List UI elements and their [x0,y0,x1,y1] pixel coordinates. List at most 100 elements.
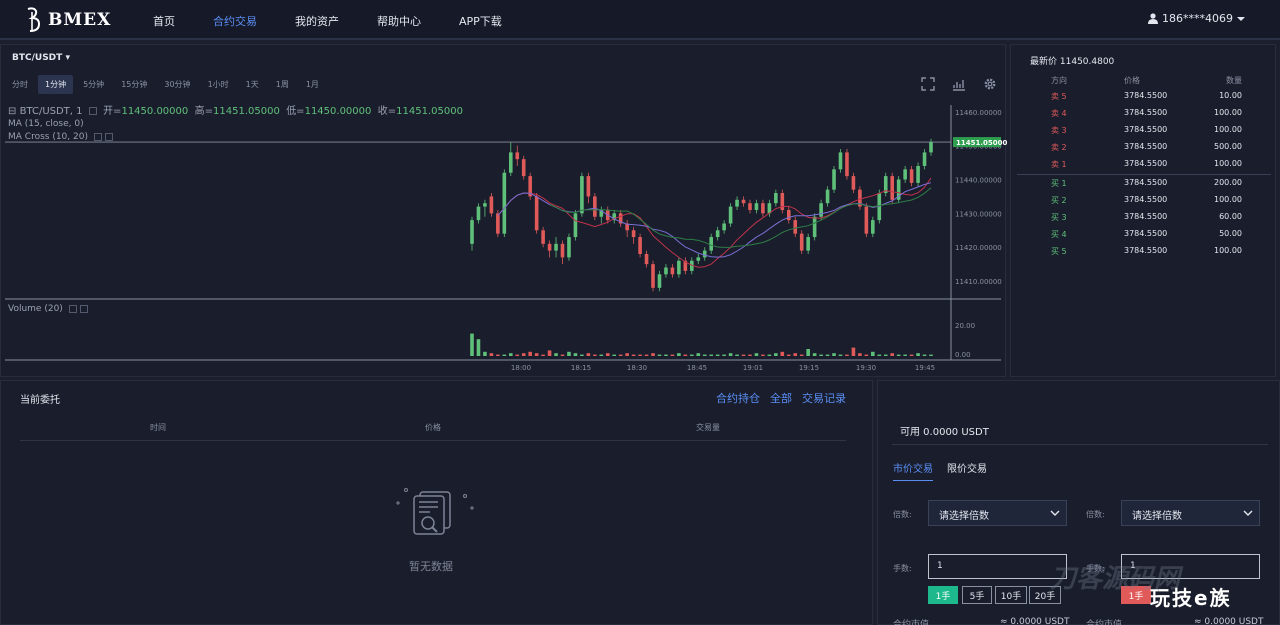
volume-bar [541,354,545,356]
candle-body [871,220,875,234]
volume-bar [832,353,836,356]
interval-tab[interactable]: 5分钟 [76,75,111,94]
tab-limit[interactable]: 限价交易 [947,460,987,481]
buy-market-value: ≈ 0.0000 USDT [1000,617,1070,625]
candle-body [722,223,726,231]
ask-row[interactable]: 卖 4 3784.5500 100.00 [1011,108,1277,119]
legend-ma: MA (15, close, 0) [8,119,84,129]
buy-lots-label: 手数: [893,564,912,573]
watermark: 玩技e族 [1150,586,1232,610]
link-all[interactable]: 全部 [770,390,792,406]
tab-market[interactable]: 市价交易 [893,460,933,481]
volume-bar [580,354,584,356]
row-side: 买 5 [1051,247,1067,256]
header-qty: 数量 [1226,76,1242,85]
interval-tab[interactable]: 15分钟 [114,75,154,94]
legend-toggle-icon[interactable] [88,107,97,115]
user-menu[interactable]: 186****4069 [1148,12,1250,25]
candle-body [489,196,494,214]
buy-leverage-value: 请选择倍数 [939,511,989,522]
nav-app-download[interactable]: APP下载 [459,13,502,29]
ask-row[interactable]: 卖 2 3784.5500 500.00 [1011,142,1277,153]
candle-body [573,213,578,238]
volume-close-icon[interactable] [79,304,88,313]
candle-body [838,152,843,170]
buy-lot-5[interactable]: 5手 [962,586,992,604]
row-price: 3784.5500 [1124,229,1168,238]
ask-row[interactable]: 卖 1 3784.5500 100.00 [1011,159,1277,170]
candle-body [922,152,927,166]
candle-body [534,196,539,231]
candle-body [567,237,571,258]
interval-tab[interactable]: 1周 [269,75,296,94]
link-positions[interactable]: 合约持仓 [716,390,760,406]
settings-gear-icon[interactable] [983,77,997,91]
legend-close-icon[interactable] [104,132,113,141]
candle-body [508,152,513,173]
fullscreen-icon[interactable] [921,77,935,91]
buy-lots-input[interactable]: 1 [928,554,1067,579]
bid-row[interactable]: 买 2 3784.5500 100.00 [1011,195,1277,206]
current-price-label: 11451.05000 [956,139,1007,147]
volume-bar [709,354,713,356]
nav-help-center[interactable]: 帮助中心 [377,13,421,29]
ask-row[interactable]: 卖 5 3784.5500 10.00 [1011,91,1277,102]
volume-legend: Volume (20) [8,303,88,316]
price-tick-label: 11410.00000 [955,278,1002,286]
link-trade-history[interactable]: 交易记录 [802,390,846,406]
collapse-icon[interactable]: ⊟ [8,106,16,117]
volume-bar [476,339,481,356]
nav-contract-trading[interactable]: 合约交易 [213,13,257,29]
volume-bar [547,350,552,356]
interval-tab[interactable]: 1分钟 [38,75,74,94]
volume-bar [631,354,636,356]
user-phone: 186****4069 [1162,12,1233,25]
available-balance: 可用 0.0000 USDT [900,427,989,438]
volume-bar [883,354,888,356]
nav-my-assets[interactable]: 我的资产 [295,13,339,29]
candle-body [864,206,869,234]
volume-bar [922,354,927,356]
bid-row[interactable]: 买 3 3784.5500 60.00 [1011,212,1277,223]
last-price-label: 最新价 [1030,57,1058,67]
last-price-value: 11450.4800 [1059,57,1115,67]
legend-settings-icon[interactable] [93,132,102,141]
indicator-icon[interactable] [952,77,966,91]
volume-bar [767,354,772,356]
trade-divider [892,444,1268,445]
candle-body [631,230,636,238]
volume-bar [786,354,791,356]
interval-tab[interactable]: 1小时 [201,75,236,94]
row-qty: 100.00 [1214,246,1242,255]
bid-row[interactable]: 买 1 3784.5500 200.00 [1011,178,1277,189]
brand-logo[interactable]: BMEX [24,6,111,34]
buy-lot-10[interactable]: 10手 [995,586,1027,604]
pair-selector[interactable]: BTC/USDT ▾ [12,53,70,63]
interval-tab[interactable]: 30分钟 [157,75,197,94]
volume-bar [644,354,649,356]
candle-body [638,237,642,254]
volume-settings-icon[interactable] [68,304,77,313]
volume-bar [502,354,507,356]
row-price: 3784.5500 [1124,159,1168,168]
interval-tab[interactable]: 1天 [239,75,266,94]
time-tick-label: 19:30 [856,364,876,372]
bid-row[interactable]: 买 5 3784.5500 100.00 [1011,246,1277,257]
interval-tab[interactable]: 分时 [5,75,35,94]
row-side: 买 1 [1051,179,1067,188]
buy-lot-1[interactable]: 1手 [928,586,958,604]
volume-bar [799,354,804,356]
candle-body [476,206,481,221]
candlestick-chart[interactable]: 11460.00000 11450.00000 11440.00000 11430.0… [1,45,1007,378]
volume-bar [528,351,532,356]
ask-row[interactable]: 卖 3 3784.5500 100.00 [1011,125,1277,136]
volume-bar [677,353,681,356]
row-side: 卖 5 [1051,92,1067,101]
interval-tab[interactable]: 1月 [299,75,326,94]
sell-leverage-select[interactable]: 请选择倍数 [1121,500,1260,526]
nav-home[interactable]: 首页 [153,13,175,29]
buy-leverage-select[interactable]: 请选择倍数 [928,500,1067,526]
candle-body [715,230,720,238]
volume-bar [806,349,810,356]
bid-row[interactable]: 买 4 3784.5500 50.00 [1011,229,1277,240]
